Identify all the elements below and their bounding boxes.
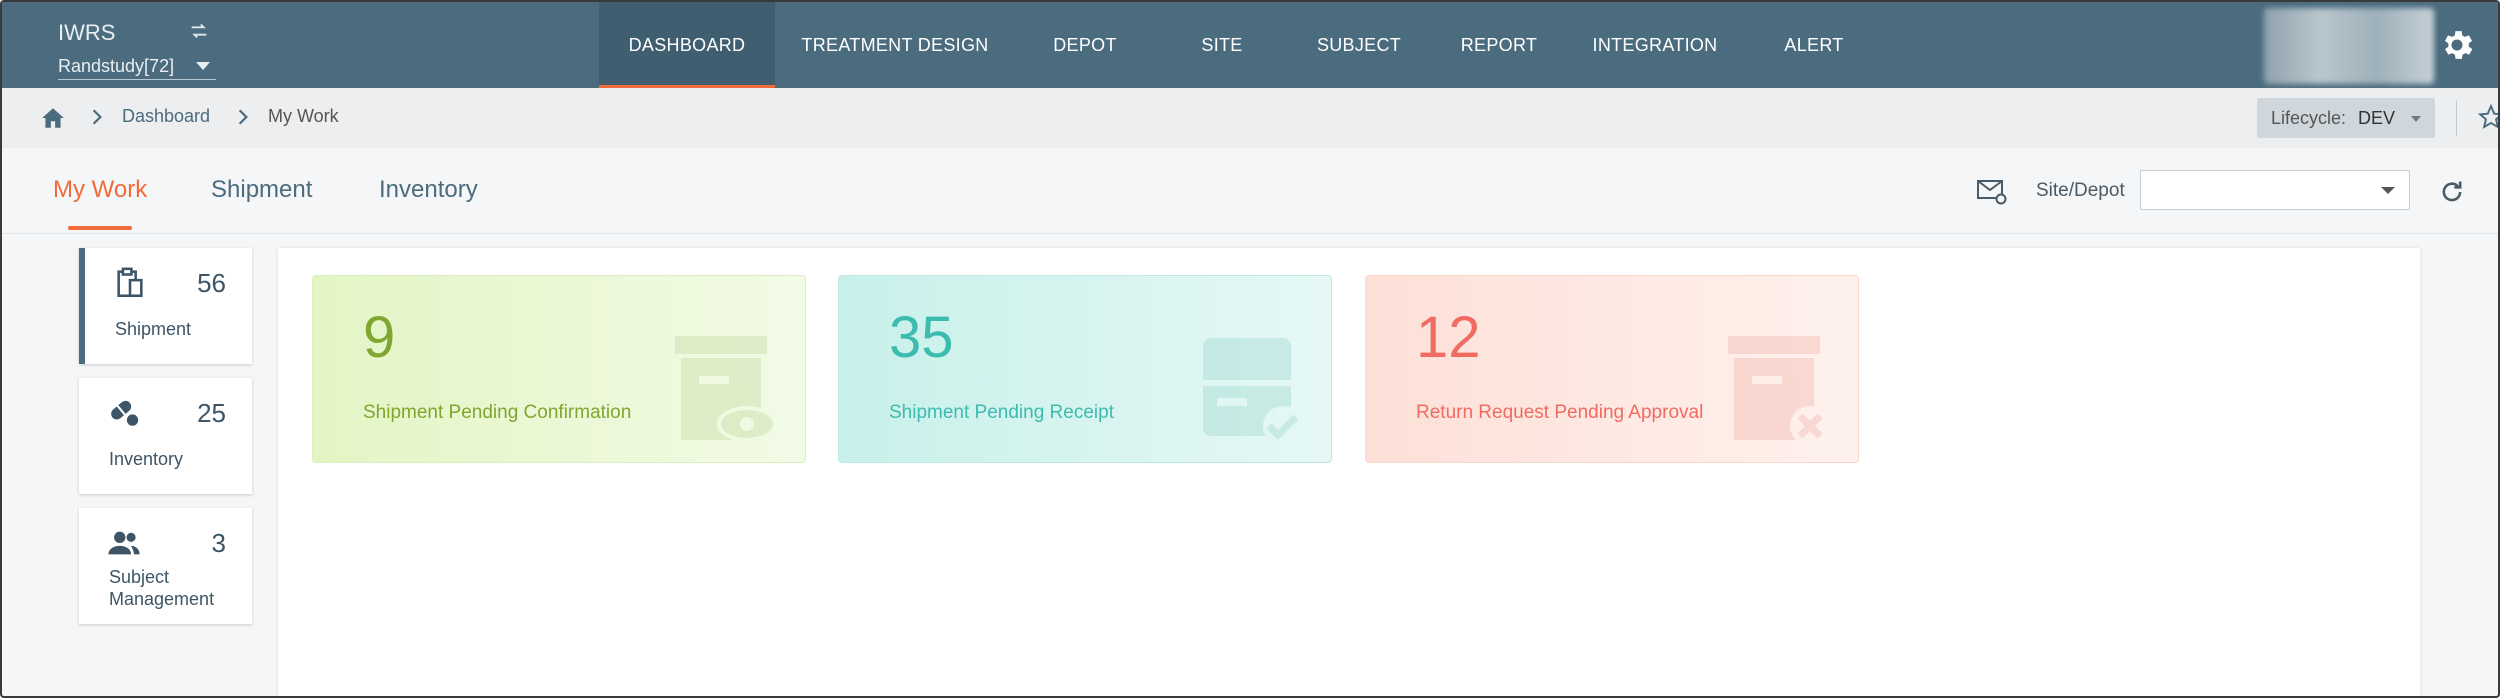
mail-settings-icon[interactable] xyxy=(1976,176,2008,206)
divider xyxy=(2456,100,2457,136)
box-check-icon xyxy=(1203,338,1303,446)
gear-icon[interactable] xyxy=(2438,26,2476,64)
nav-alert[interactable]: ALERT xyxy=(1741,2,1887,88)
stat-label: Return Request Pending Approval xyxy=(1416,402,1704,423)
chevron-down-icon xyxy=(2381,187,2395,194)
breadcrumb-dashboard[interactable]: Dashboard xyxy=(122,106,210,127)
study-selector[interactable]: Randstudy[72] xyxy=(58,56,216,80)
stat-value: 35 xyxy=(889,305,954,370)
chevron-right-icon xyxy=(238,109,248,125)
sidebar-label: Subject Management xyxy=(109,567,215,609)
star-icon[interactable] xyxy=(2478,104,2500,130)
user-profile[interactable] xyxy=(2264,8,2434,84)
pills-icon xyxy=(111,400,139,426)
app-title: IWRS xyxy=(58,20,116,45)
subject-count: 3 xyxy=(211,528,226,558)
stat-value: 12 xyxy=(1416,305,1481,370)
refresh-icon[interactable] xyxy=(2438,178,2466,206)
nav-treatment-design[interactable]: TREATMENT DESIGN xyxy=(775,2,1015,88)
shipment-count: 56 xyxy=(197,268,226,298)
nav-dashboard[interactable]: DASHBOARD xyxy=(599,2,775,88)
nav-report[interactable]: REPORT xyxy=(1429,2,1569,88)
lifecycle-value: DEV xyxy=(2358,107,2396,128)
stat-label: Shipment Pending Confirmation xyxy=(363,402,632,423)
breadcrumb-my-work: My Work xyxy=(268,106,339,126)
sidebar-item-shipment[interactable]: 56 Shipment xyxy=(79,248,252,364)
box-x-icon xyxy=(1728,336,1830,446)
sidebar-item-subject-management[interactable]: 3 Subject Management xyxy=(79,508,252,624)
chevron-down-icon[interactable] xyxy=(196,62,210,70)
site-depot-label: Site/Depot xyxy=(2036,180,2125,201)
top-navbar: IWRS Randstudy[72] DASHBOARD TREATMENT D… xyxy=(2,2,2498,88)
home-icon[interactable] xyxy=(40,106,66,130)
lifecycle-label: Lifecycle: xyxy=(2271,107,2347,128)
site-depot-select[interactable] xyxy=(2140,170,2410,210)
nav-integration[interactable]: INTEGRATION xyxy=(1569,2,1741,88)
study-name: Randstudy[72] xyxy=(58,56,175,76)
stat-value: 9 xyxy=(363,305,396,370)
chevron-down-icon xyxy=(2411,116,2421,122)
main-nav: DASHBOARD TREATMENT DESIGN DEPOT SITE SU… xyxy=(599,2,1887,88)
inventory-count: 25 xyxy=(197,398,226,428)
clipboard-icon xyxy=(117,267,143,298)
chevron-right-icon xyxy=(92,109,102,125)
app-window: IWRS Randstudy[72] DASHBOARD TREATMENT D… xyxy=(0,0,2500,698)
sidebar-label: Shipment xyxy=(115,319,192,339)
swap-icon[interactable] xyxy=(188,20,210,42)
stat-card-pending-receipt[interactable]: 35 Shipment Pending Receipt xyxy=(838,275,1332,463)
active-tab-indicator xyxy=(68,226,132,230)
box-eye-icon xyxy=(675,336,777,442)
nav-depot[interactable]: DEPOT xyxy=(1015,2,1155,88)
stat-label: Shipment Pending Receipt xyxy=(889,402,1114,423)
sidebar-item-inventory[interactable]: 25 Inventory xyxy=(79,378,252,494)
tab-inventory[interactable]: Inventory xyxy=(379,176,478,204)
sidebar-label: Inventory xyxy=(109,449,184,469)
tab-my-work[interactable]: My Work xyxy=(53,176,147,204)
tab-bar: My Work Shipment Inventory Site/Depot xyxy=(2,148,2498,234)
breadcrumb: Dashboard My Work Lifecycle: DEV xyxy=(2,88,2500,148)
nav-site[interactable]: SITE xyxy=(1155,2,1289,88)
stat-card-return-pending-approval[interactable]: 12 Return Request Pending Approval xyxy=(1365,275,1859,463)
lifecycle-selector[interactable]: Lifecycle: DEV xyxy=(2257,98,2435,138)
nav-subject[interactable]: SUBJECT xyxy=(1289,2,1429,88)
stat-card-pending-confirmation[interactable]: 9 Shipment Pending Confirmation xyxy=(312,275,806,463)
tab-shipment[interactable]: Shipment xyxy=(211,176,312,204)
people-icon xyxy=(108,531,140,555)
